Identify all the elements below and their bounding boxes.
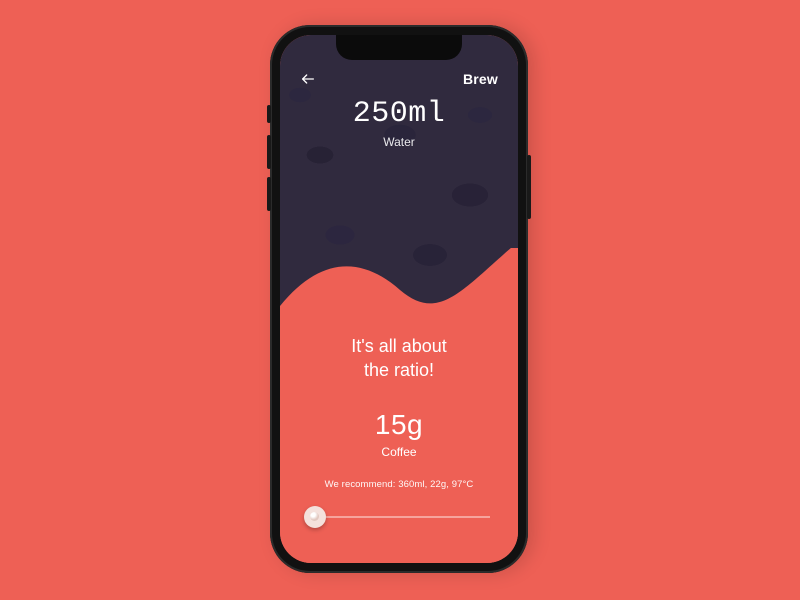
mute-switch	[267, 105, 271, 123]
coffee-value: 15g	[304, 409, 494, 441]
back-arrow-icon[interactable]	[300, 71, 316, 87]
volume-down-button	[267, 177, 271, 211]
screen: Brew 250ml Water It's all about the rati…	[280, 35, 518, 563]
slider-track	[308, 517, 490, 518]
power-button	[527, 155, 531, 219]
ratio-slider[interactable]	[308, 505, 490, 529]
water-value: 250ml	[280, 97, 518, 131]
phone-frame: Brew 250ml Water It's all about the rati…	[270, 25, 528, 573]
coffee-label: Coffee	[304, 445, 494, 459]
water-label: Water	[280, 135, 518, 149]
recommendation-text: We recommend: 360ml, 22g, 97°C	[304, 479, 494, 490]
slider-handle[interactable]	[304, 506, 326, 528]
headline-line-2: the ratio!	[364, 360, 434, 380]
header-bar: Brew	[280, 61, 518, 97]
brew-button[interactable]: Brew	[463, 71, 498, 87]
volume-up-button	[267, 135, 271, 169]
water-block: 250ml Water	[280, 97, 518, 149]
headline-line-1: It's all about	[351, 336, 447, 356]
headline: It's all about the ratio!	[304, 334, 494, 383]
lower-panel: It's all about the ratio! 15g Coffee We …	[280, 310, 518, 563]
phone-notch	[336, 35, 462, 60]
